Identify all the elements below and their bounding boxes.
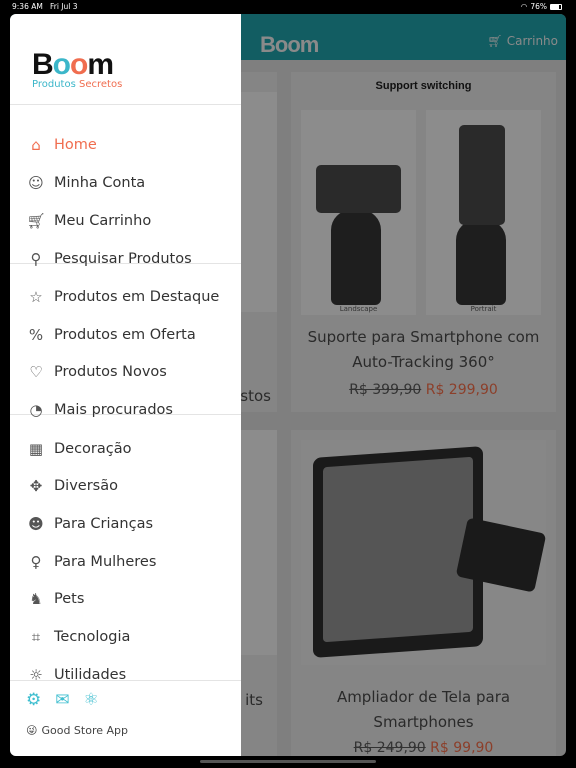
battery-icon bbox=[550, 3, 562, 10]
react-icon[interactable]: ⚛ bbox=[84, 690, 99, 710]
lightbulb-icon: ☼ bbox=[29, 666, 43, 684]
header-logo: Boom bbox=[260, 32, 319, 57]
menu-item-para-criancas[interactable]: ☻ Para Crianças bbox=[10, 506, 241, 542]
menu-item-minha-conta[interactable]: ☺ Minha Conta bbox=[10, 165, 241, 201]
woman-icon: ♀ bbox=[30, 553, 42, 571]
menu-item-para-mulheres[interactable]: ♀ Para Mulheres bbox=[10, 544, 241, 580]
menu-item-decoracao[interactable]: ▦ Decoração bbox=[10, 431, 241, 467]
menu-item-label: Produtos em Oferta bbox=[54, 327, 196, 343]
status-right: ◠ 76% bbox=[521, 2, 562, 11]
menu-item-label: Minha Conta bbox=[54, 175, 146, 191]
menu-item-label: Home bbox=[54, 137, 97, 153]
search-icon: ⚲ bbox=[30, 250, 42, 268]
menu-item-diversao[interactable]: ✥ Diversão bbox=[10, 468, 241, 504]
heart-icon: ♡ bbox=[29, 363, 43, 381]
home-icon: ⌂ bbox=[31, 136, 41, 154]
product-price: R$ 399,90 R$ 299,90 bbox=[349, 382, 498, 398]
gear-icon[interactable]: ⚙ bbox=[26, 690, 41, 710]
footer-credit: 😜 Good Store App bbox=[26, 724, 128, 737]
cart-icon: 🛒︎ bbox=[487, 34, 503, 48]
app-window: Boom 🛒︎ Carrinho stos Support switching L… bbox=[10, 14, 566, 756]
menu-item-label: Diversão bbox=[54, 478, 118, 494]
star-icon: ☆ bbox=[29, 288, 43, 306]
user-icon: ☺ bbox=[28, 174, 44, 192]
menu-item-label: Mais procurados bbox=[54, 402, 173, 418]
status-bar: 9:36 AM Fri Jul 3 ◠ 76% bbox=[0, 0, 576, 14]
menu-item-label: Decoração bbox=[54, 441, 132, 457]
wifi-icon: ◠ bbox=[520, 2, 528, 11]
dog-icon: ♞ bbox=[29, 590, 43, 608]
gamepad-icon: ✥ bbox=[29, 477, 43, 495]
navigation-drawer: Boom Produtos Secretos ⌂ Home ☺ Minha Conta… bbox=[10, 14, 241, 756]
baby-icon: ☻ bbox=[28, 515, 44, 533]
cart-icon: 🛒︎ bbox=[26, 212, 46, 230]
menu-item-label: Produtos Novos bbox=[54, 364, 167, 380]
menu-item-label: Para Crianças bbox=[54, 516, 154, 532]
product-card[interactable]: Support switching Landscape Portrait Sup… bbox=[291, 72, 556, 412]
product-image: Portrait bbox=[426, 110, 541, 315]
menu-item-utilidades[interactable]: ☼ Utilidades bbox=[10, 657, 241, 693]
menu-item-meu-carrinho[interactable]: 🛒︎ Meu Carrinho bbox=[10, 203, 241, 239]
home-indicator[interactable] bbox=[200, 760, 376, 763]
menu-item-produtos-em-destaque[interactable]: ☆ Produtos em Destaque bbox=[10, 279, 241, 315]
menu-item-produtos-em-oferta[interactable]: % Produtos em Oferta bbox=[10, 317, 241, 353]
menu-item-label: Meu Carrinho bbox=[54, 213, 152, 229]
menu-item-label: Para Mulheres bbox=[54, 554, 157, 570]
menu-item-label: Pets bbox=[54, 591, 85, 607]
menu-item-tecnologia[interactable]: ⌗ Tecnologia bbox=[10, 619, 241, 655]
menu-item-label: Tecnologia bbox=[54, 629, 131, 645]
trending-icon: ◔ bbox=[29, 401, 43, 419]
menu-item-mais-procurados[interactable]: ◔ Mais procurados bbox=[10, 392, 241, 428]
menu-item-home[interactable]: ⌂ Home bbox=[10, 127, 241, 163]
winking-emoji-icon: 😜 bbox=[26, 724, 38, 737]
footer-icons: ⚙ ✉ ⚛ bbox=[26, 690, 99, 710]
product-title[interactable]: Suporte para Smartphone com Auto-Trackin… bbox=[301, 325, 546, 375]
product-card[interactable]: Ampliador de Tela para Smartphones R$ 24… bbox=[291, 430, 556, 756]
mail-icon[interactable]: ✉ bbox=[55, 690, 69, 710]
product-image: Landscape bbox=[301, 110, 416, 315]
cart-button[interactable]: 🛒︎ Carrinho bbox=[487, 34, 558, 48]
status-time: 9:36 AM Fri Jul 3 bbox=[12, 2, 78, 11]
brand-logo: Boom Produtos Secretos bbox=[32, 48, 123, 90]
menu-divider bbox=[10, 104, 241, 105]
menu-item-label: Produtos em Destaque bbox=[54, 289, 220, 305]
percent-icon: % bbox=[28, 326, 44, 344]
product-image bbox=[301, 440, 547, 665]
menu-item-label: Pesquisar Produtos bbox=[54, 251, 192, 267]
menu-item-produtos-novos[interactable]: ♡ Produtos Novos bbox=[10, 354, 241, 390]
menu-item-pesquisar-produtos[interactable]: ⚲ Pesquisar Produtos bbox=[10, 241, 241, 277]
menu-item-label: Utilidades bbox=[54, 667, 127, 683]
house-icon: ▦ bbox=[28, 440, 44, 458]
remote-icon: ⌗ bbox=[31, 628, 41, 646]
product-price: R$ 249,90 R$ 99,90 bbox=[353, 740, 494, 756]
product-title[interactable]: Ampliador de Tela para Smartphones bbox=[301, 685, 546, 735]
menu-item-pets[interactable]: ♞ Pets bbox=[10, 581, 241, 617]
